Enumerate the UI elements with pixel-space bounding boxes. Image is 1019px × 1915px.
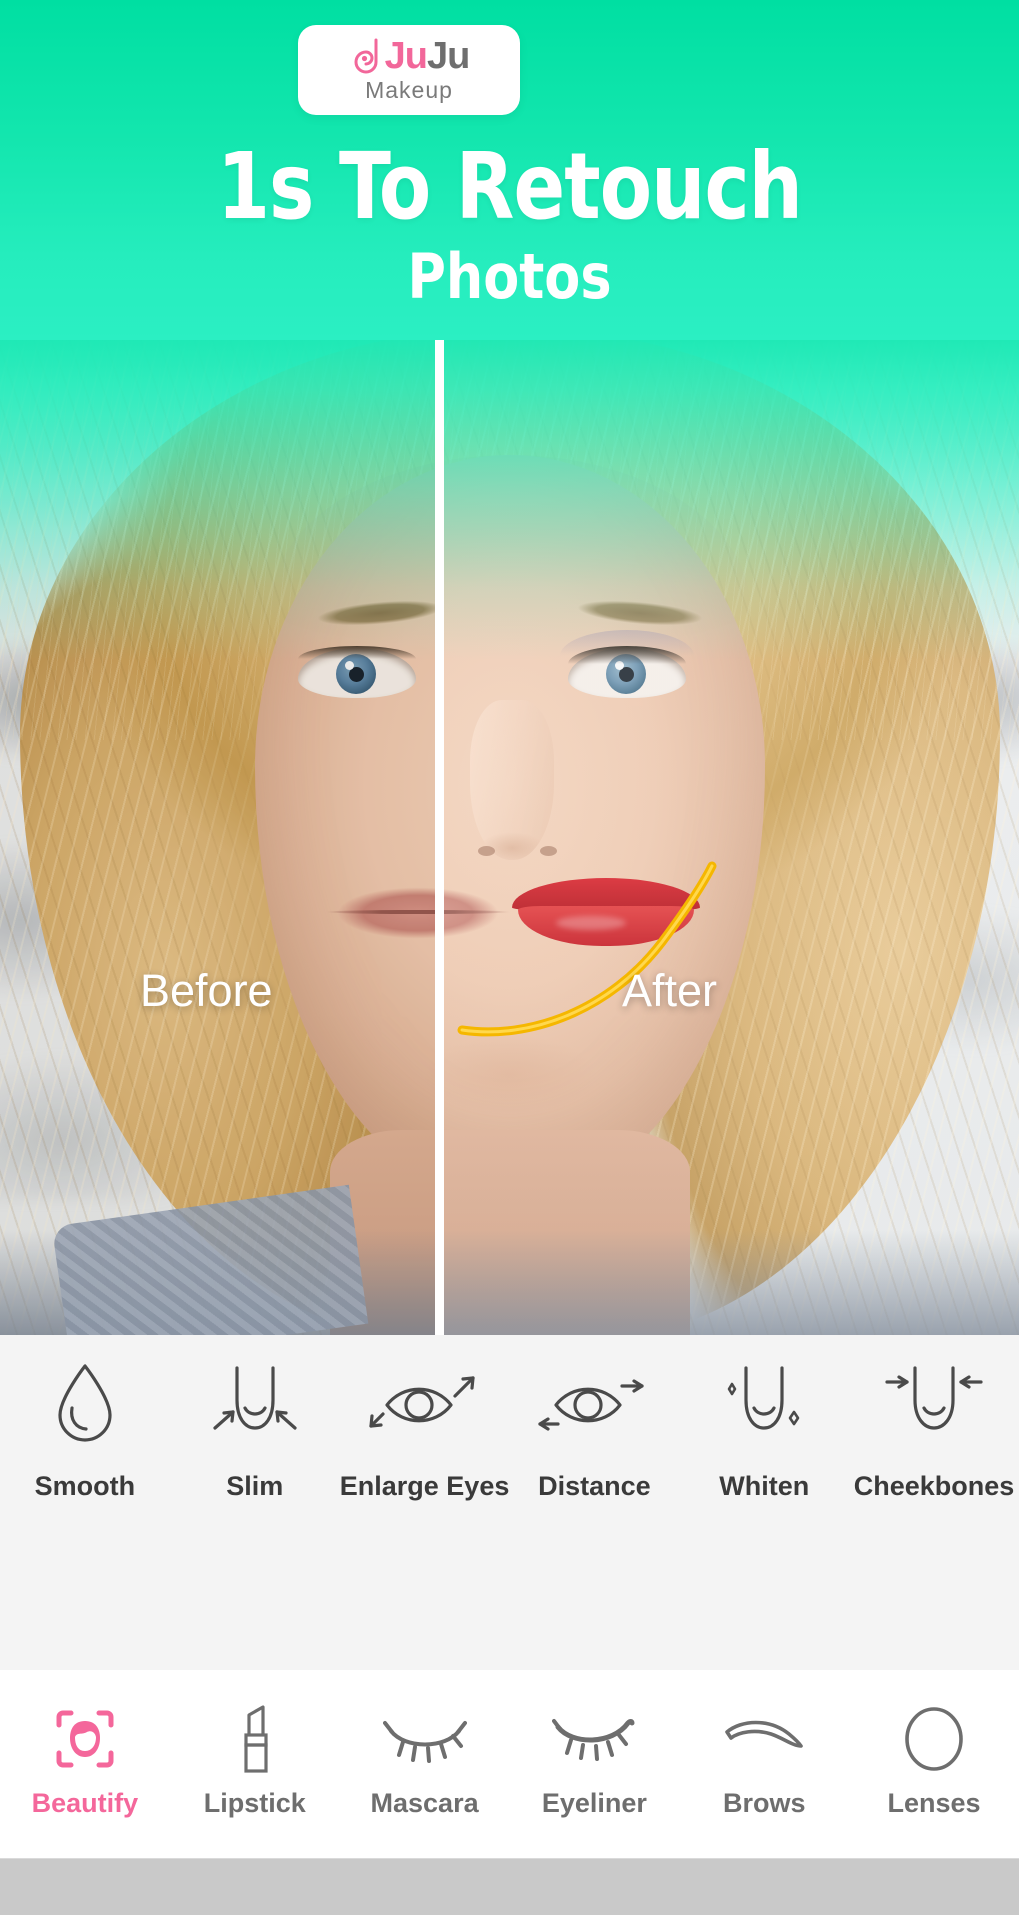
tab-eyeliner[interactable]: Eyeliner bbox=[509, 1670, 679, 1819]
feature-label: Whiten bbox=[719, 1471, 810, 1501]
face-frame-icon bbox=[53, 1702, 117, 1776]
tab-label: Mascara bbox=[370, 1788, 479, 1818]
tab-label: Beautify bbox=[31, 1788, 139, 1818]
tab-label: Lipstick bbox=[203, 1788, 306, 1818]
feature-item-enlarge-eyes[interactable]: Enlarge Eyes bbox=[340, 1357, 510, 1502]
page-subtitle: Photos bbox=[407, 240, 612, 313]
tab-label: Brows bbox=[722, 1788, 806, 1818]
lens-circle-icon bbox=[903, 1702, 965, 1776]
feature-item-distance[interactable]: Distance bbox=[509, 1357, 679, 1502]
face-slim-icon bbox=[207, 1357, 303, 1449]
logo-text-primary: Ju bbox=[384, 35, 428, 77]
feature-label: Cheekbones bbox=[853, 1471, 1015, 1501]
lashes-icon bbox=[382, 1702, 467, 1776]
page-title: 1s To Retouch bbox=[216, 133, 803, 240]
beautify-feature-panel: Smooth Slim Enlarge Eyes Distance Whiten… bbox=[0, 1335, 1019, 1670]
logo-subtitle: Makeup bbox=[365, 77, 453, 103]
beautify-feature-row: Smooth Slim Enlarge Eyes Distance Whiten… bbox=[0, 1357, 1019, 1502]
face-whiten-icon bbox=[714, 1357, 814, 1449]
feature-item-whiten[interactable]: Whiten bbox=[679, 1357, 849, 1502]
tab-beautify[interactable]: Beautify bbox=[0, 1670, 170, 1819]
bottom-toolbar: Beautify Lipstick Mascara Eyeliner Brows… bbox=[0, 1670, 1019, 1858]
feature-label: Enlarge Eyes bbox=[339, 1471, 510, 1501]
after-label: After bbox=[622, 965, 718, 1016]
tab-lipstick[interactable]: Lipstick bbox=[170, 1670, 340, 1819]
tab-lenses[interactable]: Lenses bbox=[849, 1670, 1019, 1819]
feature-label: Slim bbox=[226, 1471, 284, 1501]
app-logo-card[interactable]: Ju Ju Makeup bbox=[298, 25, 520, 115]
logo-wordmark: Ju Ju bbox=[349, 36, 470, 76]
before-label: Before bbox=[140, 965, 273, 1016]
eye-distance-icon bbox=[538, 1357, 650, 1449]
brow-icon bbox=[721, 1702, 807, 1776]
juju-spiral-icon bbox=[354, 38, 378, 74]
feature-item-smooth[interactable]: Smooth bbox=[0, 1357, 170, 1502]
eyeliner-icon bbox=[552, 1702, 636, 1776]
water-drop-icon bbox=[50, 1357, 120, 1449]
system-home-indicator-bar bbox=[0, 1858, 1019, 1915]
tab-brows[interactable]: Brows bbox=[679, 1670, 849, 1819]
eye-enlarge-icon bbox=[368, 1357, 481, 1449]
tab-label: Lenses bbox=[887, 1788, 981, 1818]
feature-item-cheekbones[interactable]: Cheekbones bbox=[849, 1357, 1019, 1502]
hero-section: Ju Ju Makeup 1s To Retouch Photos Before… bbox=[0, 0, 1019, 1335]
lipstick-icon bbox=[232, 1702, 278, 1776]
feature-label: Smooth bbox=[34, 1471, 136, 1501]
face-cheekbones-icon bbox=[879, 1357, 989, 1449]
feature-item-slim[interactable]: Slim bbox=[170, 1357, 340, 1502]
feature-label: Distance bbox=[538, 1471, 651, 1501]
tab-label: Eyeliner bbox=[541, 1788, 647, 1818]
logo-text-secondary: Ju bbox=[427, 35, 470, 77]
tab-mascara[interactable]: Mascara bbox=[340, 1670, 510, 1819]
